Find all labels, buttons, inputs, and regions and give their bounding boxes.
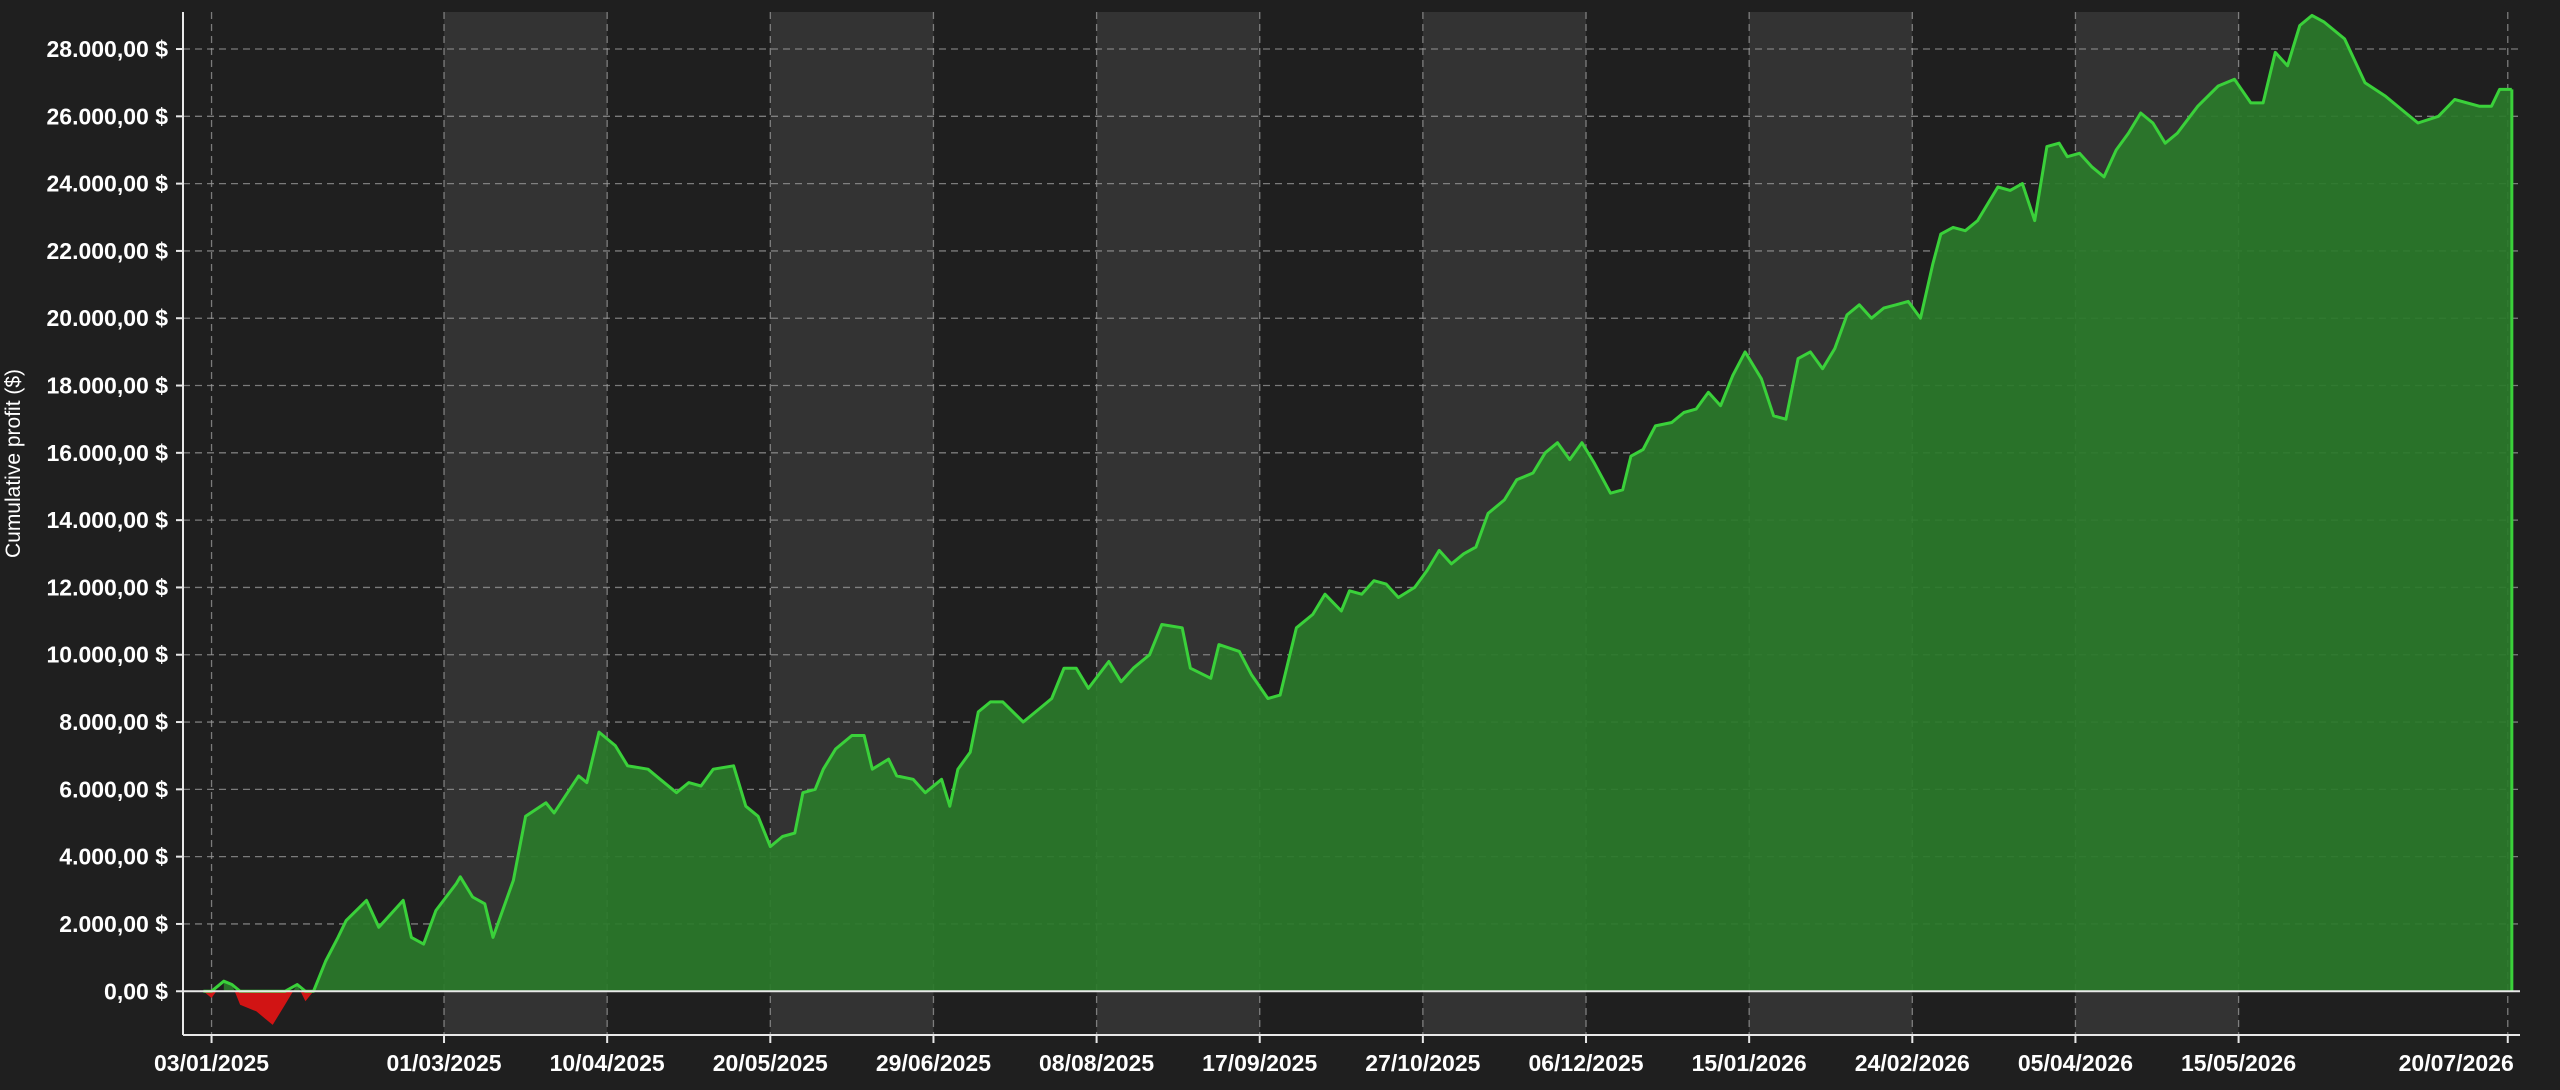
x-tick-label: 15/01/2026 (1692, 1050, 1807, 1076)
x-tick-label: 27/10/2025 (1365, 1050, 1480, 1076)
x-tick-label: 08/08/2025 (1039, 1050, 1154, 1076)
y-tick-label: 2.000,00 $ (59, 911, 168, 937)
x-tick-label: 24/02/2026 (1855, 1050, 1970, 1076)
x-tick-label: 05/04/2026 (2018, 1050, 2133, 1076)
x-tick-label: 15/05/2026 (2181, 1050, 2296, 1076)
x-tick-label: 29/06/2025 (876, 1050, 991, 1076)
y-tick-label: 26.000,00 $ (46, 103, 168, 129)
x-tick-label: 17/09/2025 (1202, 1050, 1317, 1076)
y-tick-label: 6.000,00 $ (59, 776, 168, 802)
y-tick-label: 20.000,00 $ (46, 305, 168, 331)
x-tick-label: 03/01/2025 (154, 1050, 269, 1076)
x-tick-label: 06/12/2025 (1528, 1050, 1643, 1076)
y-tick-label: 14.000,00 $ (46, 507, 168, 533)
y-tick-label: 22.000,00 $ (46, 238, 168, 264)
y-tick-label: 10.000,00 $ (46, 642, 168, 668)
y-tick-label: 4.000,00 $ (59, 844, 168, 870)
x-tick-label: 01/03/2025 (386, 1050, 501, 1076)
y-tick-label: 8.000,00 $ (59, 709, 168, 735)
x-tick-label: 20/05/2025 (713, 1050, 828, 1076)
y-tick-label: 28.000,00 $ (46, 36, 168, 62)
y-tick-label: 16.000,00 $ (46, 440, 168, 466)
y-tick-label: 0,00 $ (104, 978, 168, 1004)
y-tick-label: 18.000,00 $ (46, 373, 168, 399)
y-tick-label: 12.000,00 $ (46, 574, 168, 600)
x-tick-label: 10/04/2025 (550, 1050, 665, 1076)
y-tick-label: 24.000,00 $ (46, 171, 168, 197)
y-axis-title: Cumulative profit ($) (2, 369, 25, 558)
chart-canvas: 0,00 $ 2.000,00 $ 4.000,00 $ 6.000,00 $ 8.00… (0, 0, 2560, 1085)
cumulative-profit-chart: 0,00 $ 2.000,00 $ 4.000,00 $ 6.000,00 $ 8.00… (0, 0, 2560, 1085)
x-tick-label: 20/07/2026 (2399, 1050, 2514, 1076)
